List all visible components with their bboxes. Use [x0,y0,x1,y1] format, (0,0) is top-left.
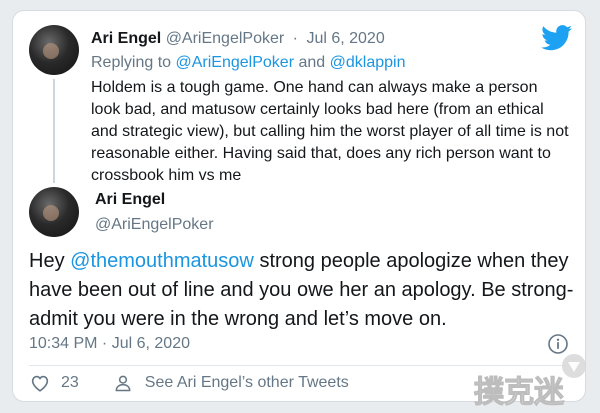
mention-link[interactable]: @themouthmatusow [70,250,254,272]
avatar[interactable] [29,25,79,75]
avatar[interactable] [29,187,79,237]
replying-and: and [298,54,326,71]
tweet-timestamp[interactable]: 10:34 PM · Jul 6, 2020 [29,335,190,353]
thread-connector-line [53,79,55,183]
reply-mention-link[interactable]: @AriEngelPoker [176,54,295,71]
replying-prefix: Replying to [91,54,172,71]
watermark-text: 撲克迷 [474,375,565,410]
like-count: 23 [61,374,79,391]
tweet-1-text: Holdem is a tough game. One hand can alw… [91,79,569,184]
twitter-bird-icon[interactable] [541,25,573,51]
tweet-2-text: Hey @themouthmatusow strong people apolo… [29,247,577,334]
tweet-text-segment: Hey [29,250,65,272]
person-icon [115,375,131,392]
author-name[interactable]: Ari Engel [91,30,161,47]
like-button[interactable]: 23 [29,372,79,394]
separator-dot: · [292,30,298,47]
replying-to-line: Replying to @AriEngelPoker and @dklappin [91,53,405,73]
author-name[interactable]: Ari Engel [95,191,165,209]
tweet-actions: 23 See Ari Engel’s other Tweets [29,371,349,395]
heart-icon [31,375,49,392]
tweet-date[interactable]: Jul 6, 2020 [306,30,384,47]
author-handle[interactable]: @AriEngelPoker [166,30,285,47]
see-other-tweets-link[interactable]: See Ari Engel’s other Tweets [113,373,349,393]
see-other-tweets-label: See Ari Engel’s other Tweets [144,374,349,391]
reply-mention-link[interactable]: @dklappin [330,54,406,71]
author-handle[interactable]: @AriEngelPoker [95,216,214,234]
tweet-1-header: Ari Engel @AriEngelPoker · Jul 6, 2020 [91,29,385,49]
embedded-tweet-card: Ari Engel @AriEngelPoker · Jul 6, 2020 R… [12,10,586,402]
watermark-logo: 撲克迷 [474,354,586,410]
